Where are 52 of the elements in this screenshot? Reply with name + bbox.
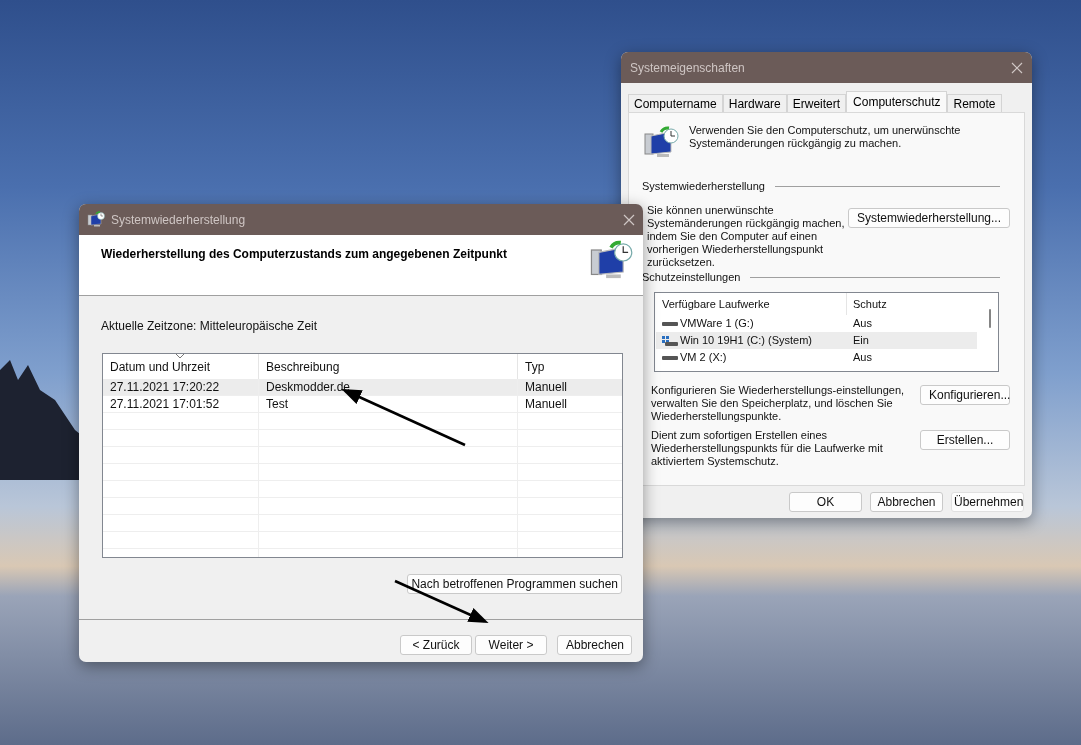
restore-computer-icon (643, 126, 679, 160)
protection-status: Ein (852, 334, 869, 347)
timezone-text: Aktuelle Zeitzone: Mitteleuropäische Zeit (101, 318, 319, 335)
protection-status: Aus (852, 317, 872, 330)
scan-programs-button[interactable]: Nach betroffenen Programmen suchen (407, 574, 622, 594)
dialog-button[interactable]: OK (789, 492, 862, 512)
restore-computer-icon (87, 211, 105, 228)
page-heading: Wiederherstellung des Computerzustands zum angegebenen Zeitpunkt (101, 246, 507, 263)
table-row[interactable]: 27.11.2021 17:01:52 Test Manuell (103, 396, 622, 413)
column-header: Schutz (852, 297, 887, 311)
table-cell-text: Manuell (525, 379, 568, 396)
window-title: Systemeigenschaften (630, 59, 745, 77)
column-header: Verfügbare Laufwerke (655, 293, 847, 315)
wizard-button[interactable]: Abbrechen (557, 635, 632, 655)
intro-text: Verwenden Sie den Computerschutz, um unerwünschte Systemänderungen rückgängig zu machen. (689, 124, 962, 150)
tab[interactable]: Hardware (722, 94, 787, 112)
table-row[interactable]: 27.11.2021 17:20:22 Deskmodder.de Manuell (103, 379, 622, 396)
action-button[interactable]: Erstellen... (920, 430, 1010, 450)
table-cell-text: 27.11.2021 17:01:52 (110, 396, 220, 413)
list-row[interactable]: VMWare 1 (G:) Aus (656, 315, 977, 332)
column-header[interactable]: Typ (525, 357, 545, 376)
description-text: Dient zum sofortigen Erstellen eines Wiederherstellungspunkts für die Laufwerke mit aktiviertem Systemschutz. (651, 429, 884, 468)
wizard-button[interactable]: Weiter > (475, 635, 547, 655)
drive-name: Win 10 19H1 (C:) (System) (680, 334, 813, 347)
close-icon (1011, 61, 1023, 74)
window-title: Systemwiederherstellung (111, 211, 247, 229)
wizard-button[interactable]: < Zurück (400, 635, 472, 655)
restore-button[interactable]: Systemwiederherstellung... (847, 208, 1010, 228)
list-row[interactable]: Win 10 19H1 (C:) (System) Ein (656, 332, 977, 349)
table-cell-text: 27.11.2021 17:20:22 (110, 379, 220, 396)
drive-name: VM 2 (X:) (680, 351, 727, 364)
group-heading: Systemwiederherstellung (642, 180, 765, 193)
tab[interactable]: Remote (947, 94, 1002, 112)
table-cell-text: Deskmodder.de (266, 379, 351, 396)
dialog-button[interactable]: Abbrechen (870, 492, 943, 512)
column-header[interactable]: Beschreibung (266, 357, 340, 376)
table-cell-text: Manuell (525, 396, 568, 413)
table-cell-text: Test (266, 396, 288, 413)
close-icon (623, 213, 635, 226)
description-text: Konfigurieren Sie Wiederherstellungs-einstellungen, verwalten Sie den Speicherplatz, und löschen Sie Wiederherstellungspunkte. (651, 384, 906, 423)
column-header[interactable]: Datum und Uhrzeit (110, 357, 211, 376)
tab[interactable]: Erweitert (786, 94, 847, 112)
drive-name: VMWare 1 (G:) (680, 317, 754, 330)
list-row[interactable]: VM 2 (X:) Aus (656, 349, 977, 366)
system-drive-icon (662, 335, 678, 346)
group-heading: Schutzeinstellungen (642, 271, 741, 284)
scrollbar-thumb[interactable] (989, 309, 991, 328)
protection-status: Aus (852, 351, 872, 364)
description-text: Sie können unerwünschte Systemänderungen rückgängig machen, indem Sie den Computer auf einen vorherigen Wiederherstellungspunkt zurücksetzen. (647, 204, 846, 269)
tab[interactable]: Computername (628, 94, 723, 112)
action-button[interactable]: Konfigurieren... (920, 385, 1010, 405)
tab[interactable]: Computerschutz (846, 91, 948, 112)
